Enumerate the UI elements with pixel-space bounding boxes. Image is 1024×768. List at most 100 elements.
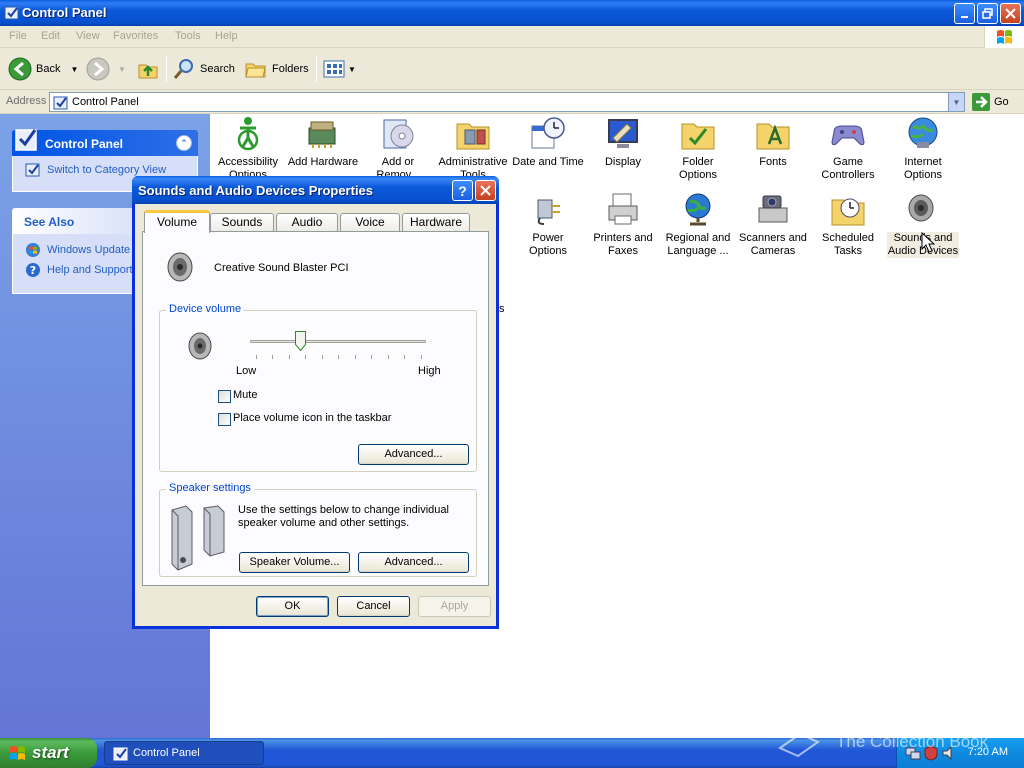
window-titlebar[interactable]: Control Panel [0,0,1024,26]
windows-start-icon [10,746,25,760]
close-button[interactable] [1000,3,1021,24]
menu-help[interactable]: Help [215,30,238,42]
folders-button[interactable]: Folders [244,54,309,84]
menu-tools[interactable]: Tools [175,30,201,42]
speaker-volume-button[interactable]: Speaker Volume... [239,552,350,573]
window-title: Control Panel [22,5,107,20]
svg-text:?: ? [30,264,36,277]
cp-item-label: Add or Remov... [376,156,420,178]
cp-item-date-time[interactable]: Date and Time [512,116,584,169]
regional-language-icon [685,193,711,226]
control-panel-box-header[interactable]: Control Panel ⌃ [12,129,198,156]
cp-item-fonts[interactable]: Fonts [737,116,809,169]
tab-hardware[interactable]: Hardware [402,213,470,232]
minimize-button[interactable] [954,3,975,24]
volume-icon-taskbar-label: Place volume icon in the taskbar [233,412,392,424]
watermark-text: The Collection Book [836,732,989,751]
start-label: start [32,743,69,762]
display-icon [608,119,638,148]
volume-icon-taskbar-checkbox[interactable] [218,413,231,426]
add-hardware-icon [308,121,336,148]
toolbar-separator [166,56,167,82]
cp-item-printers-faxes[interactable]: Printers and Faxes [587,192,659,258]
up-folder-button[interactable] [136,54,160,84]
cp-item-internet-options[interactable]: Internet Options [887,116,959,182]
speaker-advanced-button[interactable]: Advanced... [358,552,469,573]
start-button[interactable]: start [0,738,97,768]
address-label: Address [6,95,47,107]
slider-tick [404,355,405,359]
cp-item-scanners-cameras[interactable]: Scanners and Cameras [737,192,809,258]
tab-sounds[interactable]: Sounds [210,213,274,232]
fonts-icon [756,123,790,150]
help-support-label: Help and Support [47,264,133,276]
cp-item-add-remove-programs[interactable]: Add or Remov... [362,116,434,178]
device-volume-group: Device volume Low High Mute Place volume… [159,303,477,472]
cancel-button[interactable]: Cancel [337,596,410,617]
menu-file[interactable]: File [9,30,27,42]
mute-checkbox[interactable] [218,390,231,403]
cp-item-label: Date and Time [512,156,584,168]
views-button[interactable]: ▼ [322,54,356,84]
slider-tick [288,355,290,359]
volume-speaker-icon [188,332,212,360]
cp-item-folder-options[interactable]: Folder Options [662,116,734,182]
menu-view[interactable]: View [76,30,100,42]
cp-item-add-hardware[interactable]: Add Hardware [287,116,359,169]
back-button[interactable]: Back ▼ [8,54,78,84]
volume-tab-panel: Creative Sound Blaster PCI Device volume… [142,231,489,586]
menu-favorites[interactable]: Favorites [113,30,158,42]
back-label: Back [36,63,61,75]
apply-button[interactable]: Apply [418,596,491,617]
cp-item-game-controllers[interactable]: Game Controllers [812,116,884,182]
control-panel-icon [4,6,19,20]
address-dropdown-button[interactable]: ▼ [948,93,964,111]
tab-voice[interactable]: Voice [340,213,400,232]
cp-item-accessibility-options[interactable]: Accessibility Options [212,116,284,182]
forward-button[interactable]: ▼ [86,54,126,84]
internet-options-icon [908,117,938,148]
help-support-link[interactable]: ? Help and Support [25,262,133,278]
taskbar-item-control-panel[interactable]: Control Panel [104,741,264,765]
address-input[interactable]: Control Panel ▼ [49,92,965,112]
tab-audio[interactable]: Audio [276,213,338,232]
ok-button[interactable]: OK [256,596,329,617]
windows-update-link[interactable]: Windows Update [25,242,130,258]
cp-item-power-options[interactable]: Power Options [512,192,584,258]
slider-tick [354,355,356,359]
toolbar: Back ▼ ▼ Search Folders ▼ [0,48,1024,90]
toolbar-separator [316,56,317,82]
cp-item-regional-language[interactable]: Regional and Language ... [662,192,734,258]
cp-item-label: Folder Options [679,156,717,181]
slider-tick [305,355,306,359]
dialog-close-button[interactable] [475,180,496,201]
help-question-icon: ? [458,182,467,199]
windows-logo [984,26,1024,48]
back-dropdown-icon[interactable]: ▼ [70,65,78,74]
cp-item-administrative-tools[interactable]: Administrative Tools [437,116,509,178]
cp-item-scheduled-tasks[interactable]: Scheduled Tasks [812,192,884,258]
tab-volume[interactable]: Volume [144,210,210,233]
slider-tick [255,355,257,359]
menu-edit[interactable]: Edit [41,30,60,42]
dialog-help-button[interactable]: ? [452,180,473,201]
go-label: Go [994,96,1009,108]
minimize-icon [961,16,968,18]
slider-thumb[interactable] [294,331,306,352]
book-watermark-icon [777,732,821,758]
collapse-icon[interactable]: ⌃ [176,135,192,151]
windows-flag-icon [997,30,1012,44]
go-button[interactable]: Go [972,92,1009,112]
cp-item-display[interactable]: Display [587,116,659,169]
folders-icon [245,63,266,78]
cp-item-label: Scanners and Cameras [739,232,807,257]
mute-label: Mute [233,389,258,401]
device-volume-slider[interactable] [250,331,426,363]
cp-item-label: Power Options [529,232,567,257]
restore-button[interactable] [977,3,998,24]
dialog-title: Sounds and Audio Devices Properties [138,183,374,198]
search-button[interactable]: Search [172,54,235,84]
volume-advanced-button[interactable]: Advanced... [358,444,469,465]
dialog-titlebar[interactable]: Sounds and Audio Devices Properties ? [132,176,499,204]
control-panel-task-icon [113,747,128,761]
